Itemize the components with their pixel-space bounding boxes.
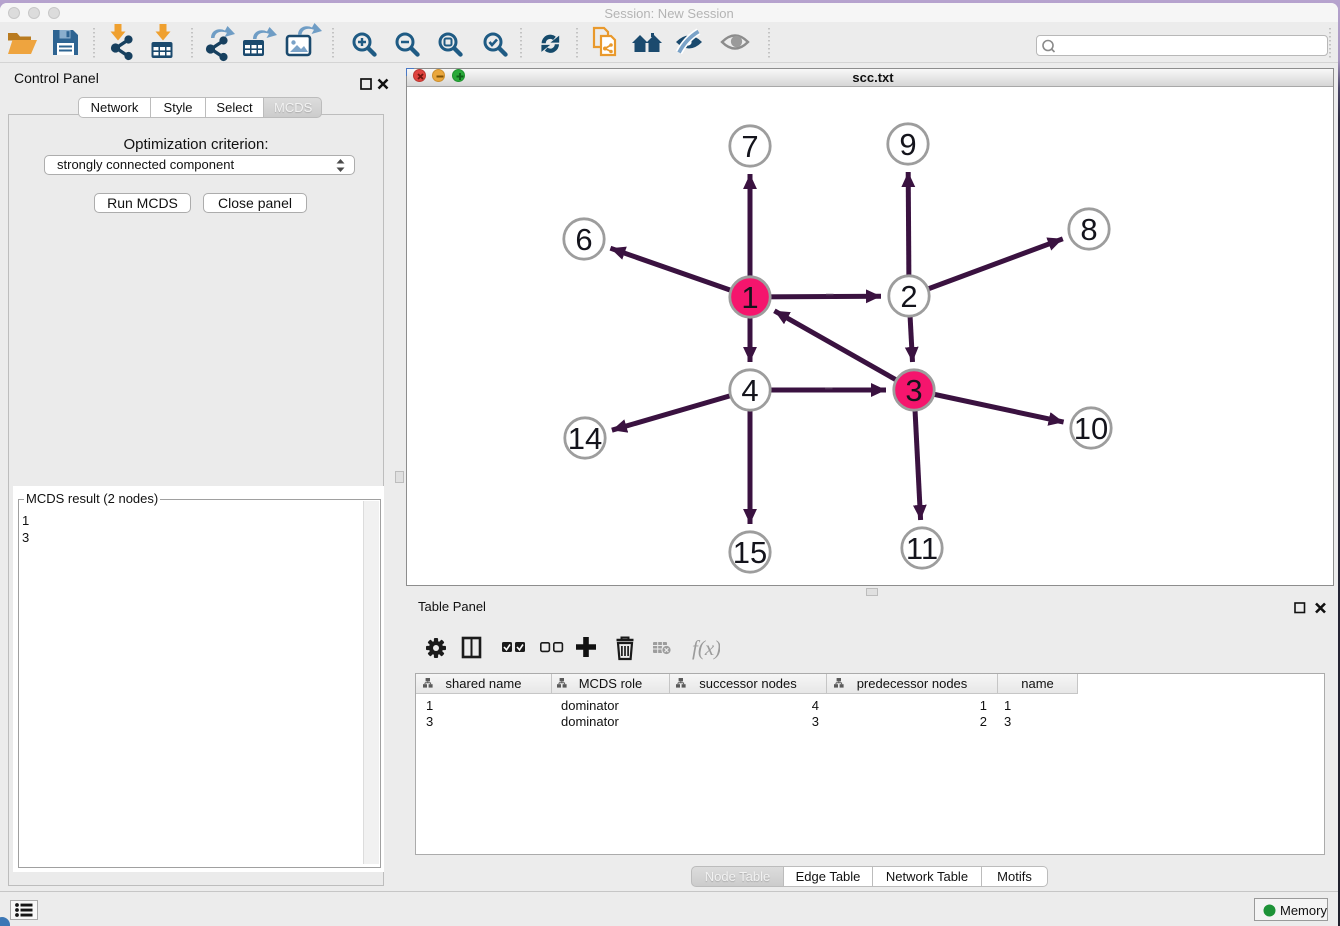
svg-text:14: 14 — [568, 421, 602, 456]
svg-text:6: 6 — [575, 222, 592, 257]
svg-text:10: 10 — [1074, 411, 1108, 446]
svg-text:1: 1 — [741, 280, 758, 315]
svg-text:3: 3 — [905, 373, 922, 408]
svg-text:f(x): f(x) — [692, 636, 720, 660]
svg-text:11: 11 — [906, 531, 938, 566]
svg-text:7: 7 — [741, 129, 758, 164]
svg-text:4: 4 — [741, 373, 758, 408]
svg-text:2: 2 — [900, 279, 917, 314]
svg-text:9: 9 — [899, 127, 916, 162]
svg-text:8: 8 — [1080, 212, 1097, 247]
svg-text:15: 15 — [733, 535, 767, 570]
